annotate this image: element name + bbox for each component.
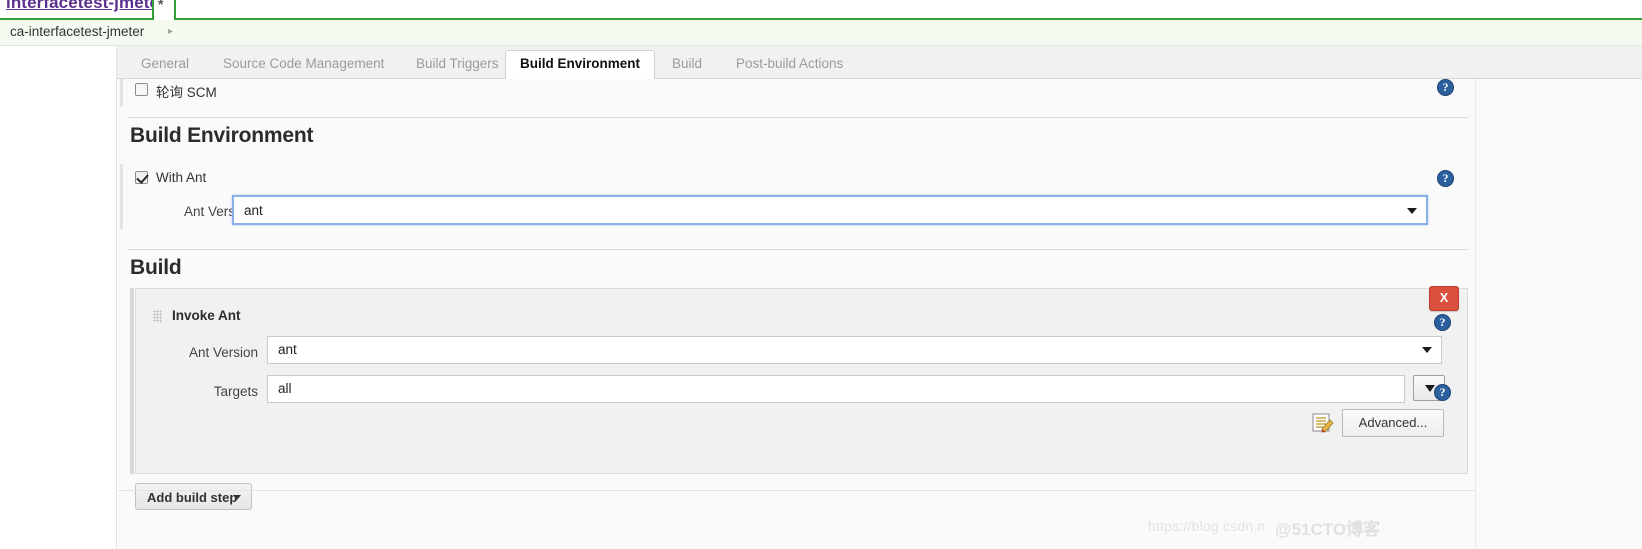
build-divider xyxy=(128,249,1468,250)
tab-build[interactable]: Build xyxy=(658,51,716,79)
delete-build-step-button[interactable]: X xyxy=(1429,286,1459,311)
build-step-title: Invoke Ant xyxy=(172,308,241,323)
content-bottom-divider xyxy=(118,490,1476,491)
build-step-invoke-ant: Invoke Ant X Ant Version ant Targets all xyxy=(135,286,1468,474)
config-form-inner: 轮询 SCM Build Environment With Ant Ant Ve… xyxy=(118,79,1476,549)
add-build-step-label: Add build step xyxy=(147,490,238,505)
notepad-pencil-icon[interactable] xyxy=(1312,413,1334,433)
with-ant-help-icon[interactable]: ? xyxy=(1437,170,1454,187)
browser-tab-title[interactable]: interfacetest-jmeter xyxy=(6,0,166,13)
config-form: 轮询 SCM Build Environment With Ant Ant Ve… xyxy=(118,79,1642,549)
tab-general[interactable]: General xyxy=(127,51,203,79)
add-build-step-chevron-down-icon xyxy=(233,495,241,500)
watermark-url: https://blog.csdn.n xyxy=(1148,518,1266,534)
sidebar-gutter xyxy=(0,46,117,549)
targets-help-icon[interactable]: ? xyxy=(1434,384,1451,401)
with-ant-accent-bar xyxy=(120,164,123,229)
browser-tab-strip: interfacetest-jmeter * xyxy=(0,0,1642,20)
build-step-accent-bar xyxy=(130,288,134,474)
advanced-button[interactable]: Advanced... xyxy=(1342,409,1444,437)
build-heading: Build xyxy=(130,256,182,279)
tab-build-environment[interactable]: Build Environment xyxy=(505,50,656,80)
build-step-help-icon[interactable]: ? xyxy=(1434,314,1451,331)
breadcrumb-chevron-right-icon[interactable]: ▸ xyxy=(168,26,173,37)
targets-value: all xyxy=(278,381,292,396)
step-ant-version-select[interactable]: ant xyxy=(267,336,1442,364)
build-environment-heading: Build Environment xyxy=(130,124,314,147)
step-ant-version-label: Ant Version xyxy=(188,345,258,360)
drag-handle-icon[interactable] xyxy=(153,310,162,323)
targets-input[interactable]: all xyxy=(267,375,1405,403)
tab-post-build-actions[interactable]: Post-build Actions xyxy=(722,51,857,79)
with-ant-label: With Ant xyxy=(156,170,207,185)
build-environment-divider xyxy=(128,117,1468,118)
watermark-logo: @51CTO博客 xyxy=(1275,520,1381,539)
breadcrumb-item-job[interactable]: ca-interfacetest-jmeter xyxy=(10,24,144,39)
ant-version-value: ant xyxy=(244,203,263,218)
with-ant-checkbox[interactable] xyxy=(135,171,148,184)
step-ant-version-value: ant xyxy=(278,342,297,357)
browser-tab-marker-box[interactable] xyxy=(152,0,176,20)
add-build-step-button[interactable]: Add build step xyxy=(135,483,252,510)
ant-version-chevron-down-icon[interactable] xyxy=(1407,208,1417,214)
scm-poll-help-icon[interactable]: ? xyxy=(1437,79,1454,96)
step-ant-version-chevron-down-icon[interactable] xyxy=(1422,347,1432,353)
scm-poll-accent-bar xyxy=(120,79,123,107)
browser-tab-marker: * xyxy=(158,0,164,12)
ant-version-select[interactable]: ant xyxy=(232,195,1428,225)
scm-poll-label: 轮询 SCM xyxy=(156,85,217,100)
scm-poll-checkbox[interactable] xyxy=(135,83,148,96)
tab-source-code-management[interactable]: Source Code Management xyxy=(209,51,398,79)
targets-label: Targets xyxy=(213,384,258,399)
breadcrumb: ca-interfacetest-jmeter ▸ xyxy=(0,20,1642,46)
tab-build-triggers[interactable]: Build Triggers xyxy=(402,51,513,79)
config-tab-bar: General Source Code Management Build Tri… xyxy=(117,46,1642,80)
